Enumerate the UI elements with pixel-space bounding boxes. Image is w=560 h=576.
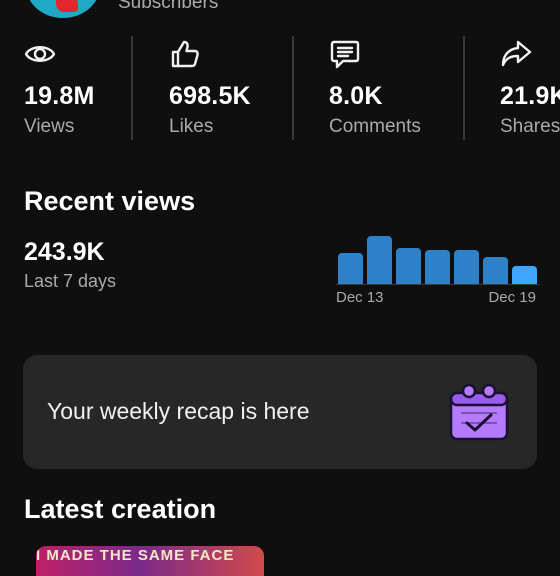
comment-icon: [330, 40, 360, 69]
chart-start-label: Dec 13: [336, 289, 384, 306]
calendar-check-icon: [449, 383, 509, 441]
likes-label: Likes: [169, 116, 214, 137]
likes-value: 698.5K: [169, 82, 251, 110]
recent-views-chart[interactable]: Dec 13 Dec 19: [334, 228, 540, 312]
views-value: 19.8M: [24, 82, 95, 110]
shares-value: 21.9K: [500, 82, 560, 110]
chart-bar: [367, 236, 392, 284]
weekly-recap-card[interactable]: Your weekly recap is here: [23, 355, 537, 469]
views-label: Views: [24, 116, 75, 137]
stat-divider: [131, 36, 133, 140]
chart-bar: [396, 248, 421, 284]
stat-divider: [463, 36, 465, 140]
latest-creation-title: Latest creation: [24, 494, 217, 524]
comments-value: 8.0K: [329, 82, 383, 110]
chart-bar: [483, 257, 508, 284]
comments-label: Comments: [329, 116, 421, 137]
chart-end-label: Dec 19: [488, 289, 536, 306]
thumbnail-caption: I MADE THE SAME FACE: [36, 547, 235, 564]
latest-creation-thumbnail[interactable]: I MADE THE SAME FACE: [36, 546, 264, 576]
eye-icon: [24, 46, 56, 62]
chart-bar: [454, 250, 479, 284]
recent-views-value: 243.9K: [24, 238, 105, 266]
chart-bar: [425, 250, 450, 284]
thumbs-up-icon: [171, 40, 199, 68]
shares-label: Shares: [500, 116, 560, 137]
channel-avatar[interactable]: [26, 0, 100, 18]
chart-bar: [512, 266, 537, 284]
chart-bar: [338, 253, 363, 284]
stats-row: 19.8M Views 698.5K Likes 8.0K Comments 2…: [0, 34, 560, 142]
weekly-recap-text: Your weekly recap is here: [47, 398, 310, 424]
recent-views-title: Recent views: [24, 186, 196, 216]
subscribers-label: Subscribers: [118, 0, 219, 13]
share-icon: [501, 40, 532, 67]
recent-views-period: Last 7 days: [24, 271, 117, 291]
chart-baseline: [336, 284, 540, 285]
stat-divider: [292, 36, 294, 140]
